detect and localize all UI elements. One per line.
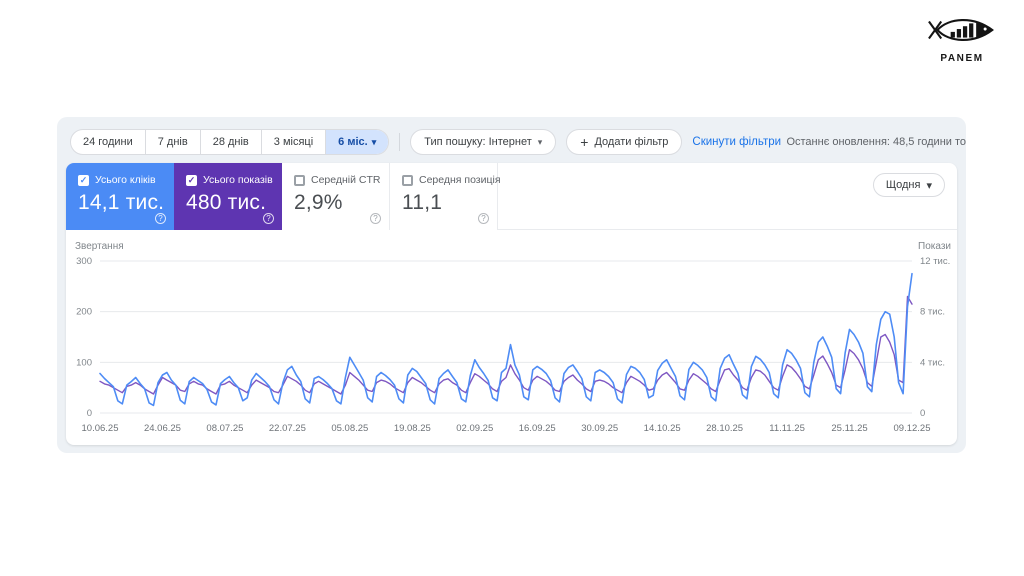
svg-text:25.11.25: 25.11.25 <box>831 423 867 434</box>
tile-value: 11,1 <box>402 191 443 214</box>
svg-text:300: 300 <box>76 256 92 267</box>
help-icon[interactable]: ? <box>263 213 274 224</box>
svg-text:0: 0 <box>87 408 92 419</box>
add-filter-label: Додати фільтр <box>594 136 669 148</box>
help-icon[interactable]: ? <box>155 213 166 224</box>
range-3m-button[interactable]: 3 місяці <box>262 130 327 154</box>
svg-text:22.07.25: 22.07.25 <box>269 423 306 434</box>
chevron-down-icon: ▾ <box>537 136 543 147</box>
svg-text:28.10.25: 28.10.25 <box>706 423 743 434</box>
tile-value: 480 тис. <box>186 191 267 214</box>
granularity-dropdown[interactable]: Щодня ▾ <box>872 173 945 197</box>
tile-label: Середня позиція <box>419 174 501 186</box>
range-6m-label: 6 міс. <box>338 136 368 148</box>
range-6m-button[interactable]: 6 міс. ▾ <box>326 130 389 154</box>
filter-toolbar: 24 години 7 днів 28 днів 3 місяці 6 міс.… <box>57 117 966 155</box>
range-24h-button[interactable]: 24 години <box>71 130 146 154</box>
reset-filters-button[interactable]: Скинути фільтри <box>692 136 781 148</box>
total-impressions-tile[interactable]: ✓ Усього показів 480 тис. ? <box>174 163 282 230</box>
range-7d-button[interactable]: 7 днів <box>146 130 201 154</box>
check-icon: ✓ <box>187 174 196 185</box>
svg-text:11.11.25: 11.11.25 <box>769 423 805 434</box>
svg-text:19.08.25: 19.08.25 <box>394 423 431 434</box>
performance-chart: 300 12 тис. 200 8 тис. 100 4 тис. 0 0 10.06.25 24… <box>76 256 950 434</box>
checkbox-unchecked[interactable] <box>294 174 305 186</box>
tile-head: ✓ Усього показів <box>186 174 282 186</box>
svg-text:100: 100 <box>76 357 92 368</box>
svg-text:09.12.25: 09.12.25 <box>894 423 931 434</box>
search-type-label: Тип пошуку: Інтернет <box>424 136 532 148</box>
svg-text:14.10.25: 14.10.25 <box>644 423 681 434</box>
performance-panel: 24 години 7 днів 28 днів 3 місяці 6 міс.… <box>57 117 966 453</box>
average-ctr-tile[interactable]: Середній CTR 2,9% ? <box>282 163 390 230</box>
add-filter-button[interactable]: + Додати фільтр <box>566 129 683 155</box>
svg-text:08.07.25: 08.07.25 <box>206 423 243 434</box>
tile-head: Середня позиція <box>402 174 501 186</box>
tile-value: 2,9% <box>294 191 343 214</box>
right-axis-title: Покази <box>918 241 951 252</box>
tile-label: Усього кліків <box>95 174 156 186</box>
search-type-dropdown[interactable]: Тип пошуку: Інтернет ▾ <box>410 129 557 155</box>
svg-text:8 тис.: 8 тис. <box>920 307 945 318</box>
chevron-down-icon: ▾ <box>926 179 932 192</box>
check-icon: ✓ <box>79 174 88 185</box>
performance-card: ✓ Усього кліків 14,1 тис. ? ✓ Усього пок… <box>66 163 957 445</box>
svg-text:10.06.25: 10.06.25 <box>82 423 119 434</box>
left-axis-title: Звертання <box>75 241 124 252</box>
svg-text:0: 0 <box>920 408 925 419</box>
svg-text:30.09.25: 30.09.25 <box>581 423 618 434</box>
granularity-label: Щодня <box>885 179 921 191</box>
total-clicks-tile[interactable]: ✓ Усього кліків 14,1 тис. ? <box>66 163 174 230</box>
metric-summary-row: ✓ Усього кліків 14,1 тис. ? ✓ Усього пок… <box>66 163 957 230</box>
panem-logo: PANEM <box>920 13 1004 64</box>
checkbox-checked[interactable]: ✓ <box>78 174 89 186</box>
brand-name: PANEM <box>940 53 984 64</box>
help-icon[interactable]: ? <box>478 213 489 224</box>
checkbox-checked[interactable]: ✓ <box>186 174 197 186</box>
svg-text:200: 200 <box>76 307 92 318</box>
svg-text:4 тис.: 4 тис. <box>920 357 945 368</box>
toolbar-divider <box>399 133 401 151</box>
chevron-down-icon: ▾ <box>371 137 377 147</box>
average-position-tile[interactable]: Середня позиція 11,1 ? <box>390 163 501 230</box>
tile-label: Середній CTR <box>311 174 381 186</box>
chart-region: Звертання Покази 300 12 тис. 200 8 тис. 100 4… <box>66 230 957 445</box>
tile-head: ✓ Усього кліків <box>78 174 174 186</box>
tile-head: Середній CTR <box>294 174 389 186</box>
svg-text:02.09.25: 02.09.25 <box>456 423 493 434</box>
svg-text:24.06.25: 24.06.25 <box>144 423 181 434</box>
help-icon[interactable]: ? <box>370 213 381 224</box>
date-range-group: 24 години 7 днів 28 днів 3 місяці 6 міс.… <box>70 129 390 155</box>
svg-text:12 тис.: 12 тис. <box>920 256 950 267</box>
svg-text:16.09.25: 16.09.25 <box>519 423 556 434</box>
checkbox-unchecked[interactable] <box>402 174 413 186</box>
plus-icon: + <box>580 134 589 150</box>
last-update-text: Останнє оновлення: 48,5 години то <box>786 136 966 148</box>
tile-label: Усього показів <box>203 174 273 186</box>
svg-text:05.08.25: 05.08.25 <box>331 423 368 434</box>
range-28d-button[interactable]: 28 днів <box>201 130 262 154</box>
tile-value: 14,1 тис. <box>78 191 165 214</box>
fish-chart-icon <box>928 19 994 41</box>
